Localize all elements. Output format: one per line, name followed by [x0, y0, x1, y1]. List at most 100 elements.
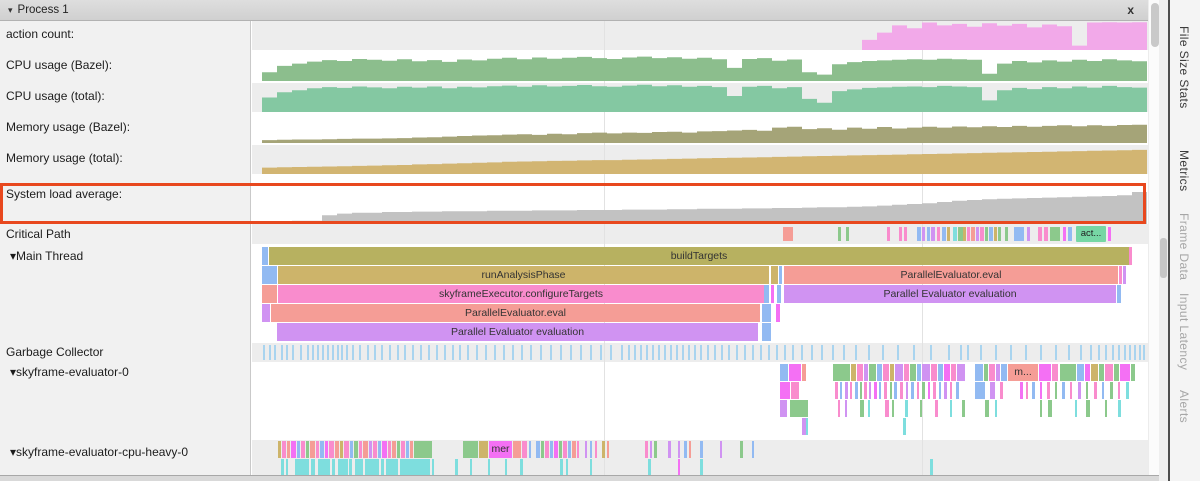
- skyframe-evaluator-0-flame-bar[interactable]: [906, 382, 908, 399]
- skyframe-evaluator-0-flame-bar[interactable]: [874, 382, 877, 399]
- skyframe-evaluator-cpu-heavy-0-flame-bar[interactable]: [286, 459, 288, 475]
- gc-event-tick[interactable]: [694, 345, 696, 360]
- skyframe-evaluator-0-flame-bar[interactable]: [956, 382, 959, 399]
- gc-event-tick[interactable]: [714, 345, 716, 360]
- skyframe-evaluator-cpu-heavy-0-flame-bar[interactable]: [550, 441, 553, 458]
- collapse-icon[interactable]: ▾: [8, 5, 13, 15]
- critical-path-event-tick[interactable]: [1038, 227, 1042, 241]
- skyframe-evaluator-0-flame-bar[interactable]: [1026, 382, 1028, 399]
- skyframe-evaluator-cpu-heavy-0-flame-bar[interactable]: [397, 441, 400, 458]
- skyframe-evaluator-0-flame-bar[interactable]: [917, 382, 919, 399]
- skyframe-evaluator-0-flame-bar[interactable]: [1086, 400, 1090, 417]
- skyframe-evaluator-cpu-heavy-0-flame-bar[interactable]: [595, 441, 597, 458]
- gc-event-tick[interactable]: [882, 345, 884, 360]
- skyframe-evaluator-0-flame-bar[interactable]: [1075, 400, 1077, 417]
- skyframe-evaluator-0-flame-bar[interactable]: [1085, 364, 1090, 381]
- gc-event-tick[interactable]: [570, 345, 572, 360]
- gc-event-tick[interactable]: [801, 345, 803, 360]
- gc-event-tick[interactable]: [1112, 345, 1114, 360]
- counter-chart-cpu-bazel[interactable]: [262, 52, 1147, 81]
- gc-event-tick[interactable]: [670, 345, 672, 360]
- horizontal-scrollbar[interactable]: [0, 475, 1160, 481]
- critical-path-event-tick[interactable]: [1108, 227, 1111, 241]
- critical-path-event-tick[interactable]: [887, 227, 890, 241]
- skyframe-evaluator-0-flame-bar[interactable]: [957, 364, 965, 381]
- skyframe-evaluator-0-flame-bar[interactable]: [944, 382, 947, 399]
- skyframe-evaluator-0-flame-bar[interactable]: [935, 400, 938, 417]
- skyframe-evaluator-0-flame-bar[interactable]: [840, 382, 842, 399]
- skyframe-evaluator-cpu-heavy-0-flame-bar[interactable]: [554, 441, 558, 458]
- critical-path-event-tick[interactable]: [985, 227, 988, 241]
- skyframe-evaluator-0-flame-bar[interactable]: [1102, 382, 1104, 399]
- skyframe-evaluator-0-flame-bar[interactable]: [857, 364, 863, 381]
- skyframe-evaluator-0-flame-bar[interactable]: [939, 382, 941, 399]
- gc-event-tick[interactable]: [776, 345, 778, 360]
- skyframe-evaluator-cpu-heavy-0-flame-bar[interactable]: [455, 459, 458, 475]
- skyframe-evaluator-0-flame-bar[interactable]: [1060, 364, 1076, 381]
- skyframe-evaluator-0-flame-bar[interactable]: [1131, 364, 1135, 381]
- gc-event-tick[interactable]: [521, 345, 523, 360]
- skyframe-evaluator-cpu-heavy-0-flame-bar[interactable]: [295, 459, 309, 475]
- gc-event-tick[interactable]: [784, 345, 786, 360]
- gc-event-tick[interactable]: [948, 345, 950, 360]
- skyframe-evaluator-0-flame-bar[interactable]: [910, 364, 916, 381]
- gc-event-tick[interactable]: [600, 345, 602, 360]
- skyframe-evaluator-cpu-heavy-0-flame-bar[interactable]: [479, 441, 488, 458]
- skyframe-evaluator-cpu-heavy-0-flame-bar[interactable]: [577, 441, 579, 458]
- skyframe-evaluator-cpu-heavy-0-flame-bar[interactable]: [392, 441, 396, 458]
- gc-event-tick[interactable]: [768, 345, 770, 360]
- critical-path-event-tick[interactable]: [953, 227, 957, 241]
- skyframe-evaluator-0-flame-bar[interactable]: [802, 364, 806, 381]
- skyframe-evaluator-cpu-heavy-0-flame-bar[interactable]: [282, 441, 286, 458]
- gc-event-tick[interactable]: [682, 345, 684, 360]
- skyframe-evaluator-cpu-heavy-0-flame-bar[interactable]: [654, 441, 657, 458]
- gc-event-tick[interactable]: [1139, 345, 1141, 360]
- gc-event-tick[interactable]: [1040, 345, 1042, 360]
- skyframe-evaluator-0-flame-bar[interactable]: m...: [1008, 364, 1038, 381]
- gc-event-tick[interactable]: [560, 345, 562, 360]
- gc-event-tick[interactable]: [1129, 345, 1131, 360]
- gc-event-tick[interactable]: [512, 345, 514, 360]
- main-thread-flame-bar[interactable]: buildTargets: [269, 247, 1129, 265]
- skyframe-evaluator-0-flame-bar[interactable]: [985, 400, 989, 417]
- main-thread-flame-bar[interactable]: [762, 304, 771, 322]
- skyframe-evaluator-0-flame-bar[interactable]: [885, 400, 889, 417]
- skyframe-evaluator-0-flame-bar[interactable]: [1110, 382, 1113, 399]
- main-thread-flame-bar[interactable]: [764, 285, 769, 303]
- gc-event-tick[interactable]: [503, 345, 505, 360]
- gc-event-tick[interactable]: [721, 345, 723, 360]
- gc-event-tick[interactable]: [346, 345, 348, 360]
- skyframe-evaluator-cpu-heavy-0-flame-bar[interactable]: [560, 459, 563, 475]
- gc-event-tick[interactable]: [1143, 345, 1145, 360]
- gc-event-tick[interactable]: [352, 345, 354, 360]
- scrollbar-thumb[interactable]: [1151, 3, 1159, 47]
- critical-path-event-tick[interactable]: [783, 227, 793, 241]
- critical-path-event-tick[interactable]: [947, 227, 950, 241]
- skyframe-evaluator-0-flame-bar[interactable]: [933, 382, 936, 399]
- skyframe-evaluator-cpu-heavy-0-flame-bar[interactable]: [520, 459, 523, 475]
- gc-event-tick[interactable]: [821, 345, 823, 360]
- critical-path-event-tick[interactable]: [980, 227, 984, 241]
- skyframe-evaluator-0-flame-bar[interactable]: [950, 382, 952, 399]
- skyframe-evaluator-cpu-heavy-0-flame-bar[interactable]: [930, 459, 933, 475]
- critical-path-event-tick[interactable]: [942, 227, 946, 241]
- skyframe-evaluator-cpu-heavy-0-flame-bar[interactable]: [325, 441, 328, 458]
- critical-path-event-tick[interactable]: [971, 227, 975, 241]
- gc-event-tick[interactable]: [300, 345, 302, 360]
- gc-event-tick[interactable]: [1105, 345, 1107, 360]
- gc-event-tick[interactable]: [1090, 345, 1092, 360]
- skyframe-evaluator-cpu-heavy-0-flame-bar[interactable]: [488, 459, 490, 475]
- skyframe-evaluator-0-flame-bar[interactable]: [892, 400, 894, 417]
- skyframe-evaluator-cpu-heavy-0-flame-bar[interactable]: [432, 459, 434, 475]
- gc-event-tick[interactable]: [744, 345, 746, 360]
- skyframe-evaluator-0-flame-bar[interactable]: [911, 382, 914, 399]
- gc-event-tick[interactable]: [428, 345, 430, 360]
- skyframe-evaluator-cpu-heavy-0-flame-bar[interactable]: [668, 441, 671, 458]
- critical-path-event-tick[interactable]: [1044, 227, 1048, 241]
- critical-path-event-tick[interactable]: [937, 227, 940, 241]
- gc-event-tick[interactable]: [263, 345, 265, 360]
- critical-path-event-tick[interactable]: [899, 227, 902, 241]
- critical-path-event-tick[interactable]: [1027, 227, 1030, 241]
- skyframe-evaluator-cpu-heavy-0-flame-bar[interactable]: [536, 441, 540, 458]
- gc-event-tick[interactable]: [980, 345, 982, 360]
